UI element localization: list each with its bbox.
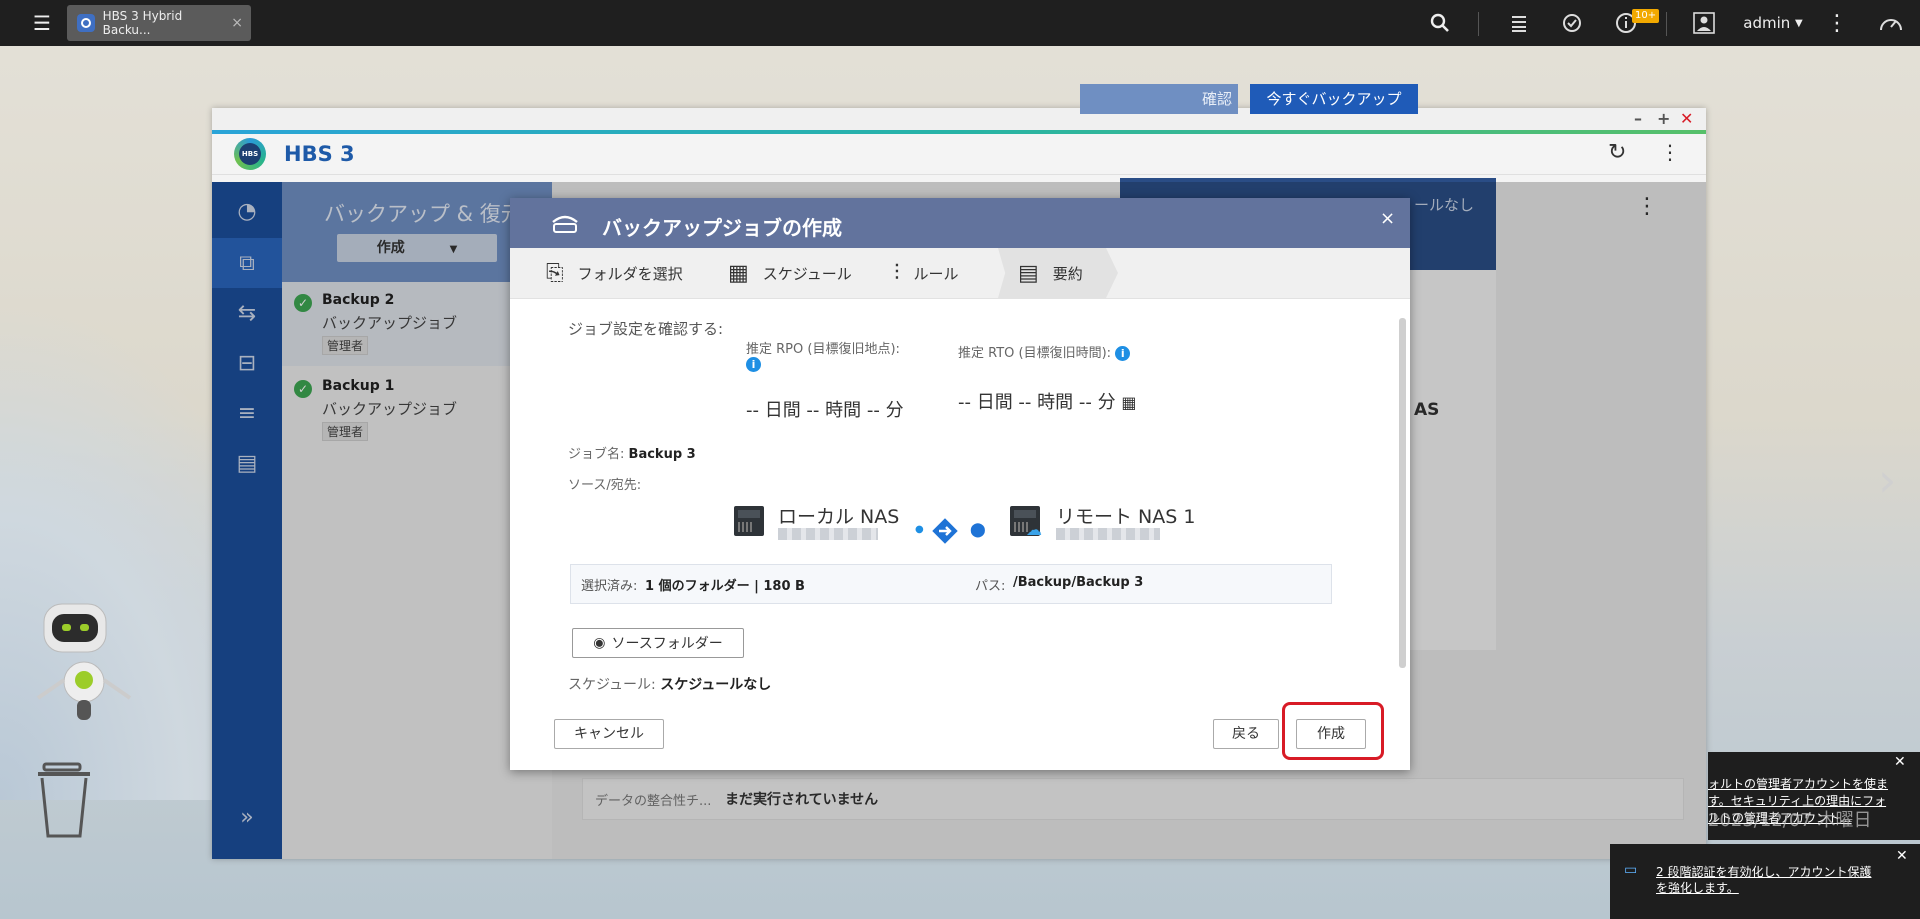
user-menu[interactable]: admin ▼: [1738, 0, 1808, 46]
close-notification-icon[interactable]: ✕: [1896, 848, 1908, 864]
schedule-row: スケジュール: スケジュールなし: [568, 677, 772, 693]
folder-icon: ⎘: [546, 260, 564, 286]
dashboard-icon[interactable]: [1876, 0, 1906, 46]
source-name: ローカル NAS: [778, 506, 900, 528]
dest-name: リモート NAS 1: [1056, 506, 1196, 528]
minimize-icon[interactable]: –: [1634, 108, 1642, 130]
selection-summary: 選択済み: 1 個のフォルダー | 180 B パス: /Backup/Back…: [570, 564, 1332, 604]
local-nas-icon: [734, 506, 764, 536]
location-pin-icon: ⬤: [970, 522, 986, 538]
close-icon[interactable]: ×: [1380, 208, 1395, 229]
calculator-icon[interactable]: ▦: [1121, 393, 1136, 412]
info-icon[interactable]: i: [1115, 346, 1131, 361]
message-icon: ▭: [1624, 862, 1638, 878]
transfer-arrow-icon: [932, 518, 958, 544]
chevron-down-icon: ▼: [1795, 17, 1803, 29]
source-folder-button[interactable]: ◉ ソースフォルダー: [572, 628, 744, 658]
window-titlebar: – + ✕: [212, 108, 1706, 134]
user-name: admin: [1743, 14, 1791, 32]
app-header: HBS HBS 3 ↻ ⋮: [212, 134, 1706, 175]
chevron-right-icon[interactable]: ›: [1878, 455, 1908, 505]
more-options-icon[interactable]: ⋮: [1660, 140, 1680, 164]
backup-job-icon: [552, 215, 578, 233]
qnap-assistant-robot-icon[interactable]: [30, 600, 150, 730]
schedule-value: スケジュールなし: [660, 677, 772, 693]
tasks-icon[interactable]: [1505, 0, 1533, 46]
notification-panel: ▭ 2 段階認証を有効化し、アカウント保護を強化します。 ✕: [1610, 844, 1920, 919]
app-title: HBS 3: [284, 142, 355, 166]
selected-label: 選択済み:: [581, 579, 638, 594]
dialog-header: バックアップジョブの作成 ×: [510, 198, 1410, 248]
cancel-button[interactable]: キャンセル: [554, 719, 664, 749]
sliders-icon: ⫶: [894, 260, 900, 286]
selected-value: 1 個のフォルダー | 180 B: [645, 579, 805, 594]
backup-now-button[interactable]: 今すぐバックアップ: [1250, 84, 1418, 114]
hbs-logo: HBS: [234, 138, 266, 170]
tab-title: HBS 3 Hybrid Backu...: [102, 9, 183, 37]
job-name-row: ジョブ名: Backup 3: [568, 447, 696, 462]
info-icon[interactable]: i: [746, 357, 761, 372]
search-icon[interactable]: [1426, 0, 1454, 46]
step-select-folder[interactable]: ⎘ フォルダを選択: [546, 248, 683, 298]
clock-date: 2023/12/07 木曜日: [1708, 810, 1872, 831]
cloud-icon: ☁: [1026, 520, 1042, 539]
create-backup-job-dialog: バックアップジョブの作成 × ⎘ フォルダを選択 ▦ スケジュール ⫶ ルール ▤ 要約…: [510, 198, 1410, 770]
sync-icon[interactable]: [1558, 0, 1586, 46]
step-schedule[interactable]: ▦ スケジュール: [728, 248, 852, 298]
src-dst-label: ソース/宛先:: [568, 478, 642, 493]
confirm-button[interactable]: 確認: [1080, 84, 1238, 114]
rpo-label: 推定 RPO (目標復旧地点): i: [746, 342, 900, 372]
wizard-steps: ⎘ フォルダを選択 ▦ スケジュール ⫶ ルール ▤ 要約: [510, 248, 1410, 299]
app-tab[interactable]: HBS 3 Hybrid Backu... ×: [67, 5, 251, 41]
notification-badge: 10+: [1632, 9, 1660, 23]
hbs-tab-icon: [77, 14, 95, 32]
source-ip-redacted: [778, 528, 878, 540]
step-summary[interactable]: ▤ 要約: [1018, 248, 1083, 298]
dest-ip-redacted: [1056, 528, 1160, 540]
back-button[interactable]: 戻る: [1213, 719, 1279, 749]
close-notification-icon[interactable]: ✕: [1894, 754, 1906, 770]
info-notification-icon[interactable]: [1612, 0, 1640, 46]
create-button-highlight: [1282, 702, 1384, 760]
user-icon[interactable]: [1690, 0, 1718, 46]
path-label: パス:: [975, 579, 1006, 594]
notification-text[interactable]: 2 段階認証を有効化し、アカウント保護を強化します。: [1656, 864, 1880, 896]
rto-label: 推定 RTO (目標復旧時間): i: [958, 342, 1131, 361]
eye-icon: ◉: [593, 635, 606, 651]
more-icon[interactable]: ⋮: [1825, 0, 1849, 46]
confirm-heading: ジョブ設定を確認する:: [568, 320, 724, 338]
clipboard-icon: ▤: [1018, 260, 1039, 286]
calendar-icon: ▦: [728, 260, 749, 286]
close-window-icon[interactable]: ✕: [1680, 108, 1693, 130]
dot-icon: ●: [915, 524, 924, 535]
step-rules[interactable]: ⫶ ルール: [894, 248, 959, 298]
rpo-value: -- 日間 -- 時間 -- 分: [746, 400, 904, 421]
dialog-body: ジョブ設定を確認する: 推定 RPO (目標復旧地点): i 推定 RTO (目標…: [510, 298, 1410, 698]
job-name-value: Backup 3: [628, 447, 696, 462]
menu-icon[interactable]: ☰: [28, 0, 56, 46]
dialog-scrollbar[interactable]: [1399, 318, 1406, 668]
refresh-icon[interactable]: ↻: [1608, 140, 1626, 165]
dialog-title: バックアップジョブの作成: [602, 216, 842, 240]
trash-icon[interactable]: [34, 760, 94, 840]
top-bar: ☰ HBS 3 Hybrid Backu... × 10+ admin ▼ ⋮: [0, 0, 1920, 46]
path-value: /Backup/Backup 3: [1013, 575, 1144, 590]
rto-value: -- 日間 -- 時間 -- 分 ▦: [958, 392, 1137, 413]
tab-close-icon[interactable]: ×: [231, 15, 243, 31]
maximize-icon[interactable]: +: [1657, 108, 1670, 130]
